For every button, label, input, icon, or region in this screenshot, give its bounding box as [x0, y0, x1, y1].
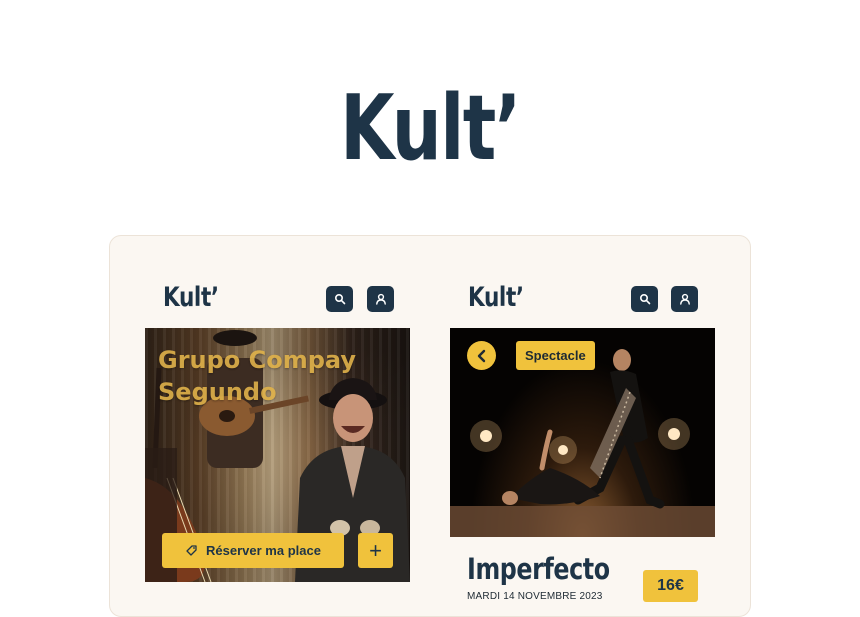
plus-icon: + [369, 537, 382, 563]
category-badge: Spectacle [516, 341, 595, 370]
right-card-logo[interactable]: Kult’ [468, 284, 524, 311]
user-icon [375, 293, 386, 305]
add-button[interactable]: + [358, 533, 393, 568]
left-account-button[interactable] [367, 286, 394, 312]
chevron-left-icon [477, 349, 485, 362]
search-icon [639, 293, 650, 305]
right-search-button[interactable] [631, 286, 658, 312]
show-title: Grupo Compay Segundo [158, 346, 357, 406]
left-search-button[interactable] [326, 286, 353, 312]
ticket-icon [186, 545, 197, 556]
event-date: MARDI 14 NOVEMBRE 2023 [467, 591, 603, 602]
user-icon [679, 293, 690, 305]
price-badge: 16€ [643, 570, 698, 602]
left-card-logo[interactable]: Kult’ [163, 284, 219, 311]
search-icon [334, 293, 345, 305]
reserve-button[interactable]: Réserver ma place [162, 533, 344, 568]
right-account-button[interactable] [671, 286, 698, 312]
hero-logo: Kult’ [340, 76, 521, 181]
back-button[interactable] [467, 341, 496, 370]
event-title: Imperfecto [467, 552, 610, 586]
reserve-button-label: Réserver ma place [206, 543, 321, 558]
